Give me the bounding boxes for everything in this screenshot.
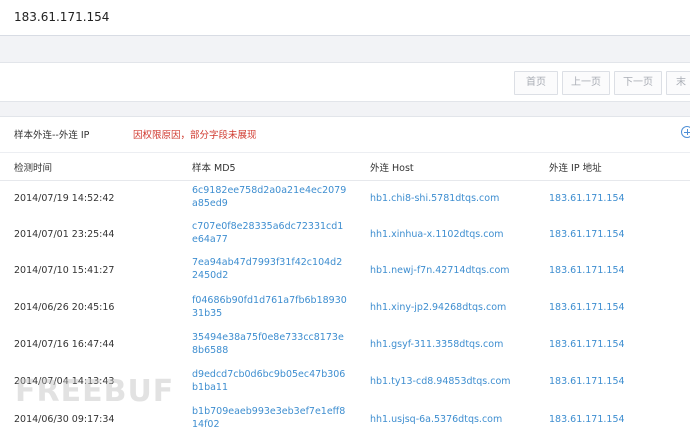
host-link[interactable]: hb1.ty13-cd8.94853dtqs.com [370, 376, 511, 387]
table-row: 2014/07/01 23:25:44 c707e0f8e28335a6dc72… [0, 218, 690, 255]
column-header-time: 检测时间 [14, 163, 53, 174]
ip-link[interactable]: 183.61.171.154 [549, 414, 625, 425]
ip-link[interactable]: 183.61.171.154 [549, 265, 625, 276]
md5-link[interactable]: 7ea94ab47d7993f31f42c104d22450d2 [192, 256, 348, 282]
next-page-button[interactable]: 下一页 [614, 71, 662, 95]
expand-icon[interactable] [681, 126, 690, 138]
detect-time: 2014/06/26 20:45:16 [14, 302, 115, 313]
md5-link[interactable]: b1b709eaeb993e3eb3ef7e1eff814f02 [192, 405, 348, 427]
host-link[interactable]: hb1.chi8-shi.5781dtqs.com [370, 193, 499, 204]
first-page-button[interactable]: 首页 [514, 71, 558, 95]
prev-page-button[interactable]: 上一页 [562, 71, 610, 95]
spacer [0, 36, 690, 62]
ip-link[interactable]: 183.61.171.154 [549, 376, 625, 387]
ip-link[interactable]: 183.61.171.154 [549, 302, 625, 313]
ip-link[interactable]: 183.61.171.154 [549, 339, 625, 350]
detect-time: 2014/07/01 23:25:44 [14, 229, 115, 240]
ip-header: 183.61.171.154 [0, 0, 690, 36]
column-header-ip: 外连 IP 地址 [549, 163, 602, 174]
table-row: 2014/06/26 20:45:16 f04686b90fd1d761a7fb… [0, 292, 690, 329]
pagination-bar: 首页 上一页 下一页 末 [0, 62, 690, 102]
md5-link[interactable]: 6c9182ee758d2a0a21e4ec2079a85ed9 [192, 184, 348, 210]
md5-link[interactable]: c707e0f8e28335a6dc72331cd1e64a77 [192, 220, 348, 246]
md5-link[interactable]: 35494e38a75f0e8e733cc8173e8b6588 [192, 331, 348, 357]
host-link[interactable]: hh1.usjsq-6a.5376dtqs.com [370, 414, 502, 425]
detect-time: 2014/07/10 15:41:27 [14, 265, 115, 276]
md5-link[interactable]: f04686b90fd1d761a7fb6b1893031b35 [192, 294, 348, 320]
host-link[interactable]: hb1.newj-f7n.42714dtqs.com [370, 265, 510, 276]
panel-header: 样本外连--外连 IP 因权限原因，部分字段未展现 [0, 117, 690, 153]
section-title: 样本外连--外连 IP [14, 130, 90, 141]
detect-time: 2014/06/30 09:17:34 [14, 414, 115, 425]
permission-notice: 因权限原因，部分字段未展现 [133, 130, 257, 141]
last-page-button[interactable]: 末 [666, 71, 690, 95]
table-row: 2014/07/10 15:41:27 7ea94ab47d7993f31f42… [0, 255, 690, 292]
table-row: 2014/07/19 14:52:42 6c9182ee758d2a0a21e4… [0, 181, 690, 218]
ip-title: 183.61.171.154 [14, 10, 110, 24]
table-row: 2014/07/16 16:47:44 35494e38a75f0e8e733c… [0, 329, 690, 366]
column-header-md5: 样本 MD5 [192, 163, 236, 174]
page: 183.61.171.154 首页 上一页 下一页 末 样本外连--外连 IP … [0, 0, 690, 427]
md5-link[interactable]: d9edcd7cb0d6bc9b05ec47b306b1ba11 [192, 368, 348, 394]
column-header-host: 外连 Host [370, 163, 414, 174]
detect-time: 2014/07/19 14:52:42 [14, 193, 115, 204]
watermark-logo: FREEBUF [15, 374, 175, 409]
host-link[interactable]: hh1.xiny-jp2.94268dtqs.com [370, 302, 506, 313]
ip-link[interactable]: 183.61.171.154 [549, 193, 625, 204]
detect-time: 2014/07/16 16:47:44 [14, 339, 115, 350]
host-link[interactable]: hh1.gsyf-311.3358dtqs.com [370, 339, 503, 350]
host-link[interactable]: hh1.xinhua-x.1102dtqs.com [370, 229, 504, 240]
ip-link[interactable]: 183.61.171.154 [549, 229, 625, 240]
spacer [0, 102, 690, 116]
